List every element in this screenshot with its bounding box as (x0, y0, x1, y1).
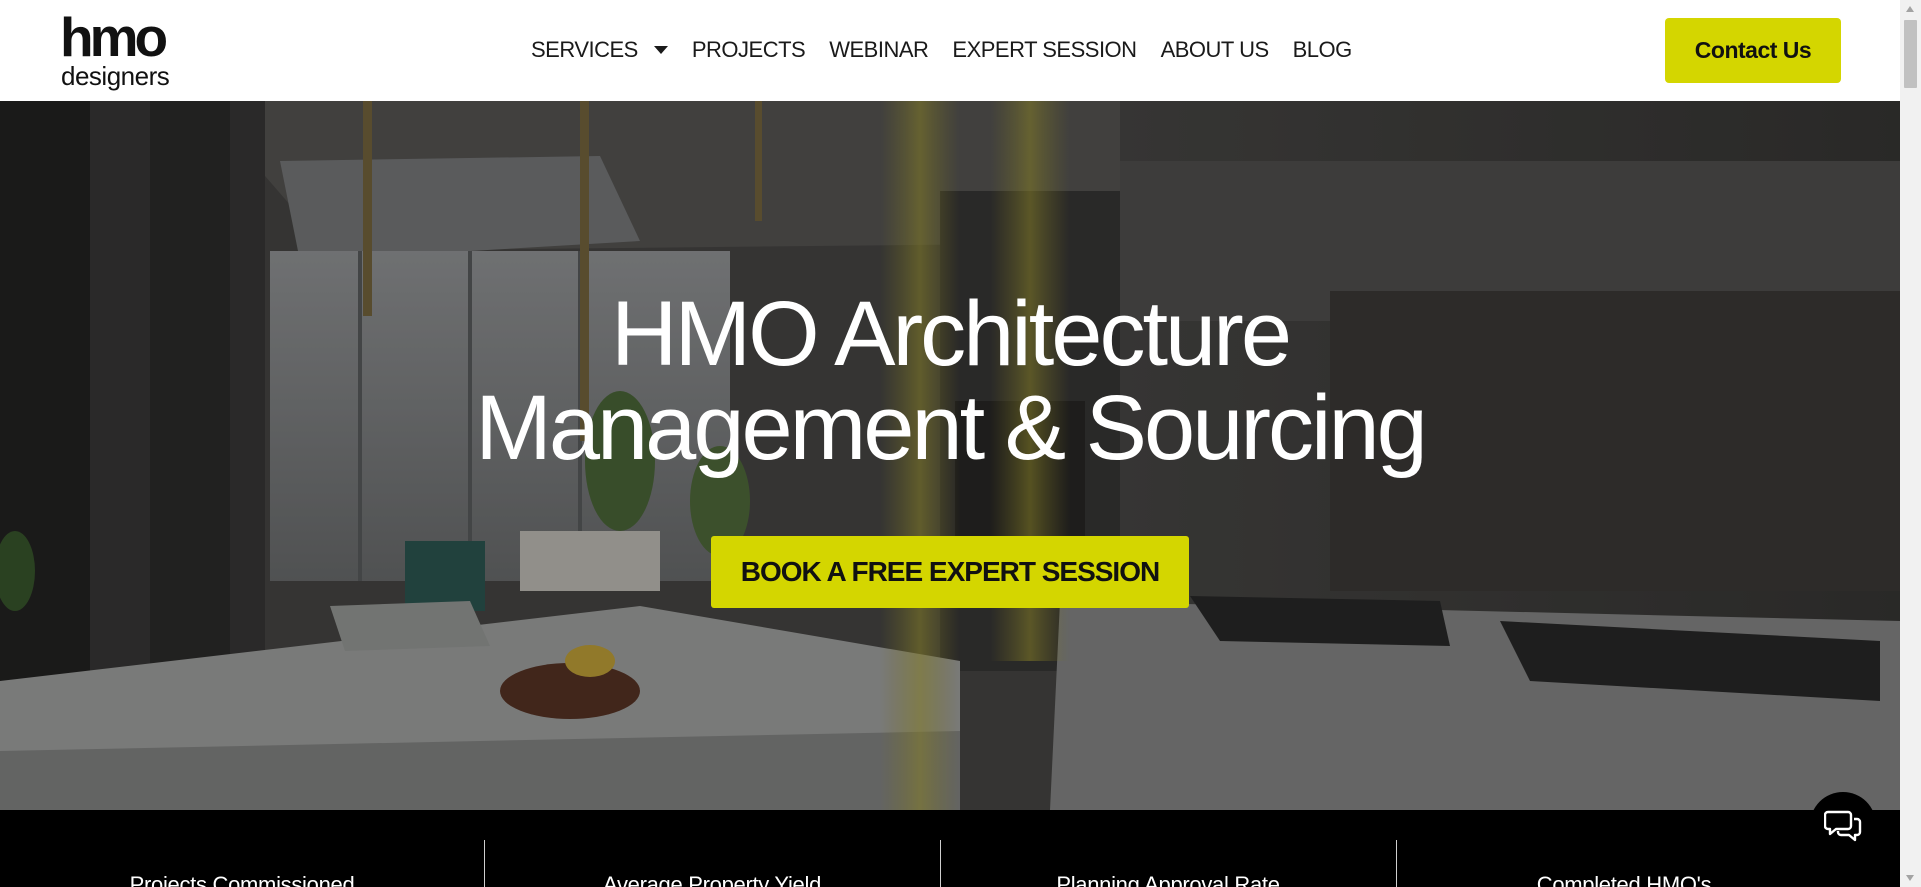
scrollbar-thumb[interactable] (1904, 20, 1917, 88)
book-expert-session-button[interactable]: BOOK A FREE EXPERT SESSION (711, 536, 1189, 608)
stat-label: Completed HMO's (1536, 872, 1712, 887)
page-scrollbar[interactable] (1900, 0, 1921, 887)
stat-label: Projects Commissioned (129, 872, 355, 887)
stat-label: Average Property Yield (602, 872, 822, 887)
stat-planning-approval-rate: Planning Approval Rate (940, 810, 1396, 887)
chevron-down-icon[interactable] (653, 46, 668, 54)
nav-item-services[interactable]: SERVICES (531, 34, 668, 66)
nav-item-projects[interactable]: PROJECTS (691, 34, 806, 66)
main-navigation: SERVICES PROJECTS WEBINAR EXPERT SESSION… (531, 34, 1352, 66)
scroll-up-arrow-icon[interactable] (1906, 6, 1914, 12)
nav-item-label: EXPERT SESSION (952, 37, 1137, 62)
nav-item-label: BLOG (1292, 37, 1353, 62)
chat-bubbles-icon (1824, 810, 1862, 842)
chat-widget-button[interactable] (1810, 792, 1876, 858)
site-header: hmo designers SERVICES PROJECTS WEBINAR … (0, 0, 1900, 101)
logo-wordmark-top: hmo (60, 6, 168, 68)
hero-heading: HMO Architecture Management & Sourcing (0, 287, 1900, 475)
nav-item-label: WEBINAR (829, 37, 929, 62)
hero-section: HMO Architecture Management & Sourcing B… (0, 101, 1900, 810)
nav-item-label: SERVICES (531, 37, 638, 62)
nav-item-blog[interactable]: BLOG (1292, 34, 1353, 66)
contact-us-button[interactable]: Contact Us (1665, 18, 1841, 83)
nav-item-label: ABOUT US (1160, 37, 1270, 62)
hmo-designers-logo[interactable]: hmo designers (60, 6, 190, 91)
nav-item-expert-session[interactable]: EXPERT SESSION (952, 34, 1137, 66)
stat-completed-hmos: Completed HMO's (1396, 810, 1852, 887)
hero-heading-line1: HMO Architecture (611, 283, 1292, 385)
logo-wordmark-bottom: designers (61, 61, 170, 91)
stat-projects-commissioned: Projects Commissioned (0, 810, 484, 887)
hero-heading-line2: Management & Sourcing (475, 377, 1428, 479)
scroll-down-arrow-icon[interactable] (1906, 875, 1914, 881)
stat-average-property-yield: Average Property Yield (484, 810, 940, 887)
stat-label: Planning Approval Rate (1056, 872, 1280, 887)
nav-item-label: PROJECTS (691, 37, 806, 62)
nav-item-webinar[interactable]: WEBINAR (829, 34, 929, 66)
stats-bar: Projects Commissioned Average Property Y… (0, 810, 1900, 887)
nav-item-about-us[interactable]: ABOUT US (1160, 34, 1270, 66)
